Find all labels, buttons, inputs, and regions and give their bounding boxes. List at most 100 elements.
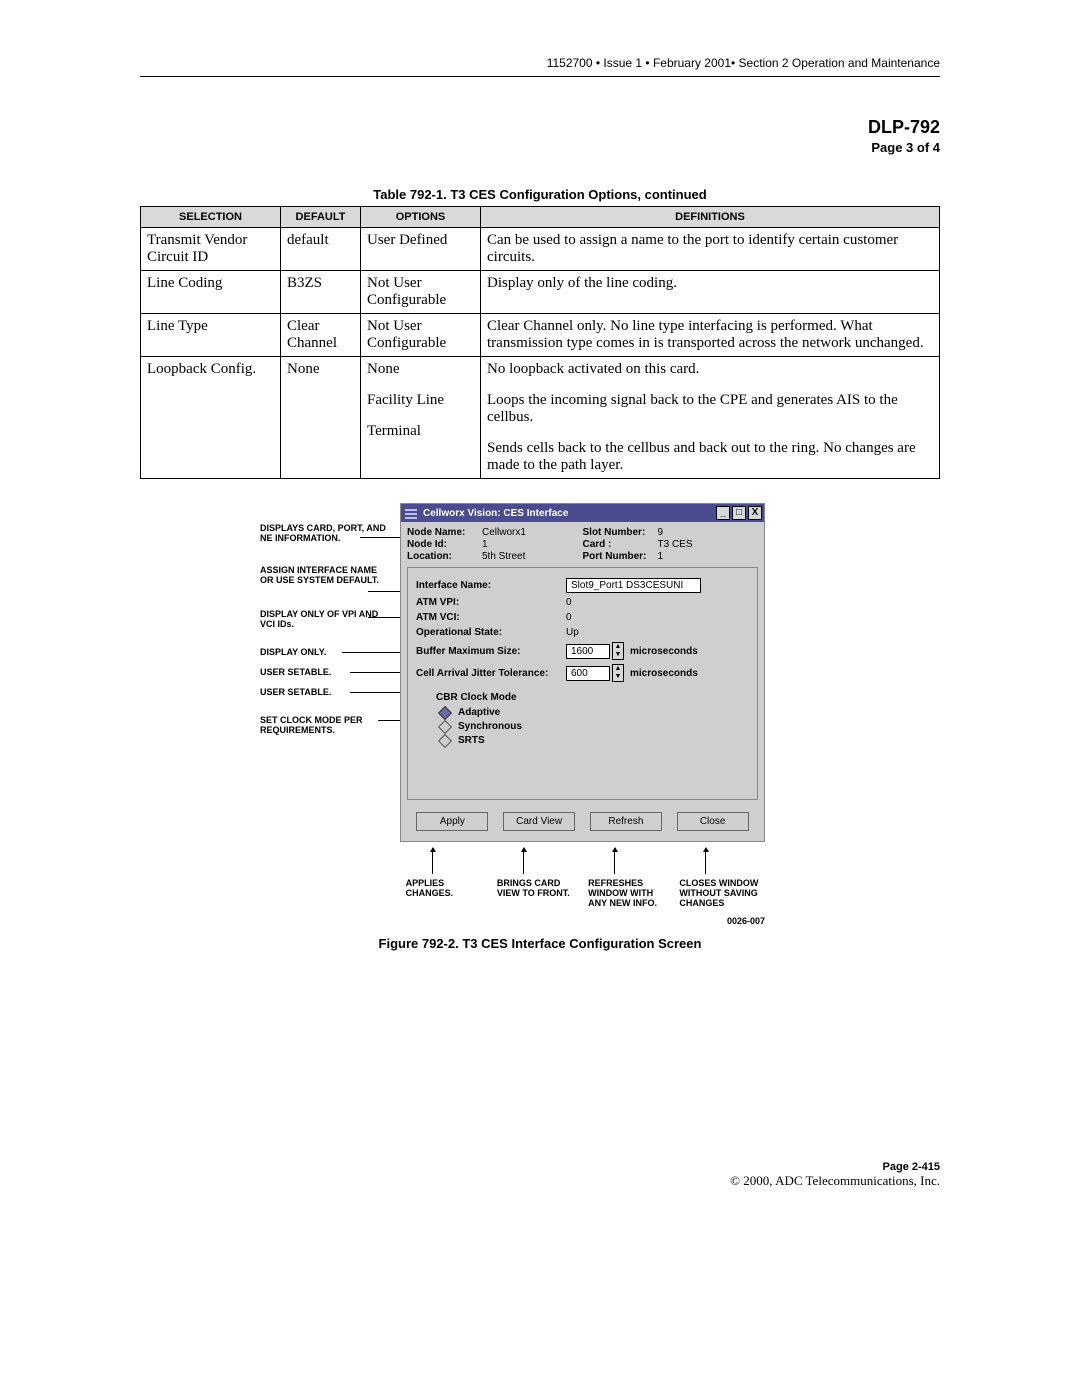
cell: User Defined: [361, 228, 481, 271]
interface-name-input[interactable]: Slot9_Port1 DS3CESUNI: [566, 578, 701, 593]
def-item: Loops the incoming signal back to the CP…: [487, 392, 933, 426]
buffer-max-input[interactable]: 1600: [566, 644, 610, 659]
value: 9: [658, 527, 664, 538]
button-annotations: APPLIES CHANGES. BRINGS CARD VIEW TO FRO…: [400, 848, 765, 908]
label: Cell Arrival Jitter Tolerance:: [416, 668, 566, 679]
label: Location:: [407, 551, 482, 562]
page-footer: Page 2-415 © 2000, ADC Telecommunication…: [140, 1161, 940, 1189]
unit-label: microseconds: [630, 668, 698, 679]
diamond-icon: [438, 719, 452, 733]
value: Cellworx1: [482, 527, 526, 538]
def-item: Sends cells back to the cellbus and back…: [487, 440, 933, 474]
unit-label: microseconds: [630, 646, 698, 657]
radio-srts[interactable]: SRTS: [440, 735, 749, 746]
button-row: Apply Card View Refresh Close: [401, 806, 764, 841]
chevron-down-icon[interactable]: ▼: [613, 651, 623, 659]
annotation: SET CLOCK MODE PER REQUIREMENTS.: [260, 715, 390, 736]
header-rule: [140, 76, 940, 77]
opt-item: Terminal: [367, 423, 474, 440]
label: ATM VCI:: [416, 612, 566, 623]
annotation: USER SETABLE.: [260, 667, 390, 677]
label: ATM VPI:: [416, 597, 566, 608]
value: 0: [566, 612, 572, 623]
figure-number: 0026-007: [727, 916, 765, 926]
annotation: DISPLAY ONLY.: [260, 647, 390, 657]
th-options: OPTIONS: [361, 207, 481, 228]
cell: None: [281, 357, 361, 479]
close-button[interactable]: X: [748, 506, 762, 520]
apply-button[interactable]: Apply: [416, 812, 488, 831]
refresh-button[interactable]: Refresh: [590, 812, 662, 831]
opt-item: None: [367, 361, 474, 378]
cell: Line Coding: [141, 271, 281, 314]
window-title: Cellworx Vision: CES Interface: [423, 508, 568, 519]
label: Node Id:: [407, 539, 482, 550]
diamond-icon: [438, 705, 452, 719]
radio-label: SRTS: [458, 735, 485, 746]
clock-mode-header: CBR Clock Mode: [436, 692, 749, 703]
cell: Loopback Config.: [141, 357, 281, 479]
page-indicator: Page 3 of 4: [140, 140, 940, 155]
radio-label: Adaptive: [458, 707, 500, 718]
info-grid: Node Name:Cellworx1 Node Id:1 Location:5…: [401, 522, 764, 565]
dlp-title: DLP-792: [140, 117, 940, 138]
ces-interface-dialog: Cellworx Vision: CES Interface _ □ X Nod…: [400, 503, 765, 842]
th-selection: SELECTION: [141, 207, 281, 228]
card-view-button[interactable]: Card View: [503, 812, 575, 831]
value: 1: [658, 551, 664, 562]
cell: None Facility Line Terminal: [361, 357, 481, 479]
table-caption: Table 792-1. T3 CES Configuration Option…: [140, 187, 940, 202]
annotation: DISPLAYS CARD, PORT, AND NE INFORMATION.: [260, 523, 390, 544]
title-block: DLP-792 Page 3 of 4: [140, 117, 940, 155]
value: T3 CES: [658, 539, 693, 550]
annotation: DISPLAY ONLY OF VPI AND VCI IDs.: [260, 609, 390, 630]
spinner[interactable]: ▲▼: [612, 664, 624, 682]
jitter-input[interactable]: 600: [566, 666, 610, 681]
minimize-button[interactable]: _: [716, 506, 730, 520]
th-definitions: DEFINITIONS: [481, 207, 940, 228]
cell: Line Type: [141, 314, 281, 357]
cell: No loopback activated on this card. Loop…: [481, 357, 940, 479]
cell: Not User Configurable: [361, 271, 481, 314]
annotation: CLOSES WINDOW WITHOUT SAVING CHANGES: [679, 848, 759, 908]
annotation: BRINGS CARD VIEW TO FRONT.: [497, 848, 577, 908]
label: Operational State:: [416, 627, 566, 638]
document-page: 1152700 • Issue 1 • February 2001• Secti…: [0, 0, 1080, 1229]
titlebar[interactable]: Cellworx Vision: CES Interface _ □ X: [401, 504, 764, 522]
footer-copyright: © 2000, ADC Telecommunications, Inc.: [140, 1173, 940, 1189]
chevron-down-icon[interactable]: ▼: [613, 673, 623, 681]
chevron-up-icon[interactable]: ▲: [613, 643, 623, 651]
close-dialog-button[interactable]: Close: [677, 812, 749, 831]
def-item: No loopback activated on this card.: [487, 361, 933, 378]
table-row: Line Type Clear Channel Not User Configu…: [141, 314, 940, 357]
cell: Clear Channel only. No line type interfa…: [481, 314, 940, 357]
cell: Can be used to assign a name to the port…: [481, 228, 940, 271]
annotation: APPLIES CHANGES.: [406, 848, 486, 908]
chevron-up-icon[interactable]: ▲: [613, 665, 623, 673]
value: 1: [482, 539, 488, 550]
cell: Display only of the line coding.: [481, 271, 940, 314]
label: Card :: [583, 539, 658, 550]
footer-page-number: Page 2-415: [140, 1161, 940, 1173]
label: Buffer Maximum Size:: [416, 646, 566, 657]
cell: Transmit Vendor Circuit ID: [141, 228, 281, 271]
radio-adaptive[interactable]: Adaptive: [440, 707, 749, 718]
diamond-icon: [438, 733, 452, 747]
th-default: DEFAULT: [281, 207, 361, 228]
figure-caption: Figure 792-2. T3 CES Interface Configura…: [140, 936, 940, 951]
radio-synchronous[interactable]: Synchronous: [440, 721, 749, 732]
label: Interface Name:: [416, 580, 566, 591]
annotation: ASSIGN INTERFACE NAME OR USE SYSTEM DEFA…: [260, 565, 390, 586]
cell: B3ZS: [281, 271, 361, 314]
radio-label: Synchronous: [458, 721, 522, 732]
maximize-button[interactable]: □: [732, 506, 746, 520]
label: Port Number:: [583, 551, 658, 562]
table-row: Transmit Vendor Circuit ID default User …: [141, 228, 940, 271]
opt-item: Facility Line: [367, 392, 474, 409]
value: 5th Street: [482, 551, 525, 562]
table-row: Line Coding B3ZS Not User Configurable D…: [141, 271, 940, 314]
settings-panel: Interface Name: Slot9_Port1 DS3CESUNI AT…: [407, 567, 758, 800]
annotation: USER SETABLE.: [260, 687, 390, 697]
spinner[interactable]: ▲▼: [612, 642, 624, 660]
figure-area: DISPLAYS CARD, PORT, AND NE INFORMATION.…: [260, 503, 820, 908]
